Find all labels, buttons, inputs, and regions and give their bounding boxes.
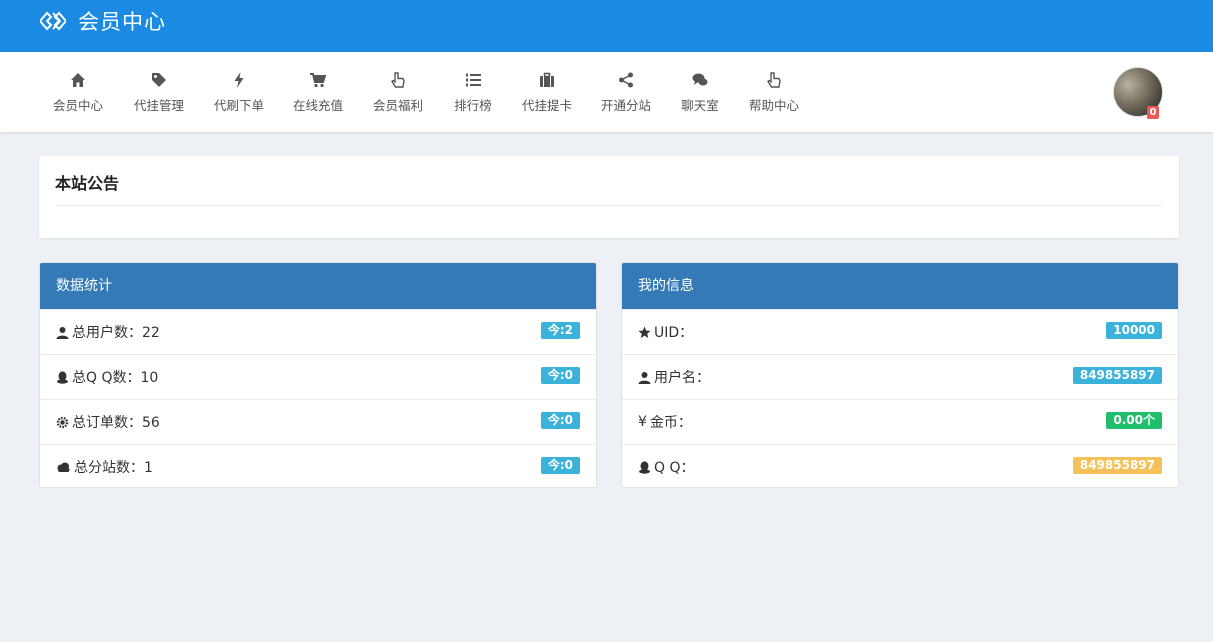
nav-label: 帮助中心 [749, 98, 800, 113]
cart-icon [310, 73, 326, 88]
today-badge: 今:0 [540, 457, 580, 474]
stats-row-orders: 总订单数：56 今:0 [40, 399, 596, 444]
yen-icon: ¥ [638, 414, 647, 430]
briefcase-icon [540, 72, 554, 87]
info-label: Q Q： [654, 460, 695, 476]
nav-item-member-center[interactable]: 会员中心 [53, 72, 104, 116]
bolt-icon [234, 72, 244, 88]
nav-item-recharge[interactable]: 在线充值 [293, 72, 344, 116]
nav-item-order[interactable]: 代刷下单 [214, 72, 265, 116]
nav-label: 会员中心 [53, 98, 104, 113]
nav-label: 代刷下单 [214, 98, 265, 113]
today-badge: 今:0 [540, 367, 580, 384]
today-badge: 今:0 [540, 412, 580, 429]
info-row-username: 用户名： 849855897 [622, 354, 1178, 399]
coins-badge: 0.00个 [1106, 412, 1162, 429]
comments-icon [692, 73, 708, 86]
qq-badge: 849855897 [1072, 457, 1162, 474]
nav-label: 代挂提卡 [522, 98, 573, 113]
nav-item-welfare[interactable]: 会员福利 [373, 72, 424, 116]
hand-pointer-icon [391, 72, 405, 88]
my-info-panel-title: 我的信息 [622, 263, 1178, 309]
home-icon [71, 73, 85, 87]
uid-badge: 10000 [1106, 322, 1162, 339]
info-row-coins: ¥ 金币： 0.00个 [622, 399, 1178, 444]
nav-item-help-center[interactable]: 帮助中心 [749, 72, 800, 116]
my-info-panel: 我的信息 UID： 10000 用户名： 849855897 ¥ 金币： 0.0… [621, 262, 1179, 488]
tag-icon [152, 73, 166, 87]
notice-title: 本站公告 [55, 174, 120, 193]
info-label: UID： [654, 325, 694, 341]
nav-label: 聊天室 [681, 98, 719, 113]
info-label: 用户名： [654, 370, 710, 386]
brand[interactable]: 会员中心 [40, 7, 166, 35]
notification-badge: 0 [1147, 106, 1159, 119]
list-ordered-icon [466, 73, 481, 87]
stats-label: 总用户数：22 [72, 325, 160, 341]
nav-label: 开通分站 [601, 98, 652, 113]
top-bar: 会员中心 [0, 0, 1213, 52]
stats-panel: 数据统计 总用户数：22 今:2 总Q Q数：10 今:0 总订单数：56 今:… [39, 262, 597, 488]
info-row-qq: Q Q： 849855897 [622, 444, 1178, 487]
stats-row-qq: 总Q Q数：10 今:0 [40, 354, 596, 399]
nav-item-hosting-manage[interactable]: 代挂管理 [134, 72, 185, 116]
qq-icon [57, 370, 68, 384]
nav-item-card[interactable]: 代挂提卡 [522, 72, 573, 116]
username-badge: 849855897 [1072, 367, 1162, 384]
page-title: 会员中心 [78, 10, 166, 34]
stats-label: 总订单数：56 [72, 415, 160, 431]
info-row-uid: UID： 10000 [622, 309, 1178, 354]
info-label: 金币： [649, 415, 692, 431]
nav-label: 在线充值 [293, 98, 344, 113]
brand-logo-icon [40, 11, 66, 31]
nav-item-ranking[interactable]: 排行榜 [454, 72, 492, 116]
user-icon [638, 371, 651, 384]
gear-icon [56, 416, 69, 428]
stats-row-substations: 总分站数：1 今:0 [40, 444, 596, 487]
nav-label: 会员福利 [373, 98, 424, 113]
nav-label: 代挂管理 [134, 98, 185, 113]
nav-label: 排行榜 [454, 98, 492, 113]
qq-icon [639, 460, 650, 474]
nav-item-chatroom[interactable]: 聊天室 [681, 72, 719, 116]
cloud-icon [57, 462, 70, 472]
stats-label: 总Q Q数：10 [72, 370, 159, 386]
stats-label: 总分站数：1 [74, 460, 153, 476]
stats-row-users: 总用户数：22 今:2 [40, 309, 596, 354]
stats-panel-title: 数据统计 [40, 263, 596, 309]
notice-panel: 本站公告 [39, 156, 1179, 238]
user-icon [56, 326, 69, 339]
nav-item-open-substation[interactable]: 开通分站 [601, 72, 652, 116]
star-icon [638, 326, 651, 338]
hand-pointer-icon [767, 72, 781, 88]
today-badge: 今:2 [540, 322, 580, 339]
main-nav: 会员中心 代挂管理 代刷下单 在线充值 会员福利 排行榜 代挂提卡 开通分站 聊… [0, 52, 1213, 132]
divider [55, 205, 1163, 206]
share-icon [619, 72, 633, 88]
